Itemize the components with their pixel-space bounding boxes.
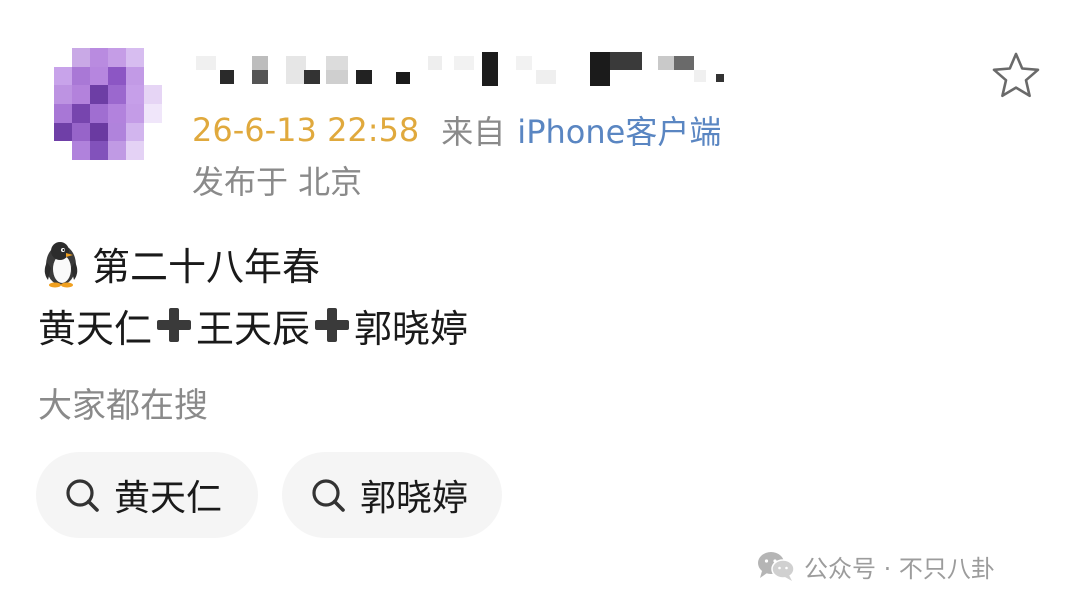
watermark: 公众号 · 不只八卦 (756, 546, 995, 586)
name-3: 郭晓婷 (354, 306, 469, 351)
post-title-text: 第二十八年春 (92, 244, 321, 289)
search-chip[interactable]: 郭晓婷 (282, 452, 502, 538)
wechat-icon (758, 552, 795, 581)
penguin-emoji (44, 242, 78, 288)
search-chip[interactable]: 黄天仁 (36, 452, 258, 538)
search-icon (66, 479, 99, 512)
name-2: 王天辰 (196, 306, 311, 351)
source-link[interactable]: iPhone客户端 (517, 107, 721, 153)
name-1: 黄天仁 (38, 306, 153, 351)
trending-search-label: 大家都在搜 (38, 386, 208, 426)
post-meta: 26-6-13 22:58 来自 iPhone客户端 (192, 108, 721, 152)
heavy-plus-icon (157, 308, 192, 342)
post-location: 发布于 北京 (192, 163, 363, 201)
source-prefix: 来自 (441, 113, 506, 151)
favorite-button[interactable] (990, 50, 1042, 102)
heavy-plus-icon (315, 308, 350, 342)
search-icon (312, 479, 345, 512)
watermark-text: 公众号 · 不只八卦 (804, 554, 995, 583)
search-chip-label: 郭晓婷 (360, 478, 469, 519)
post-text-line-2: 黄天仁 王天辰 郭晓婷 (38, 298, 758, 352)
search-chip-label: 黄天仁 (114, 478, 223, 519)
star-icon (992, 52, 1040, 98)
avatar[interactable] (54, 48, 162, 160)
post-timestamp: 26-6-13 22:58 (192, 111, 420, 149)
username-censored[interactable] (196, 50, 736, 94)
post-text-line-1: 第二十八年春 (38, 236, 758, 290)
